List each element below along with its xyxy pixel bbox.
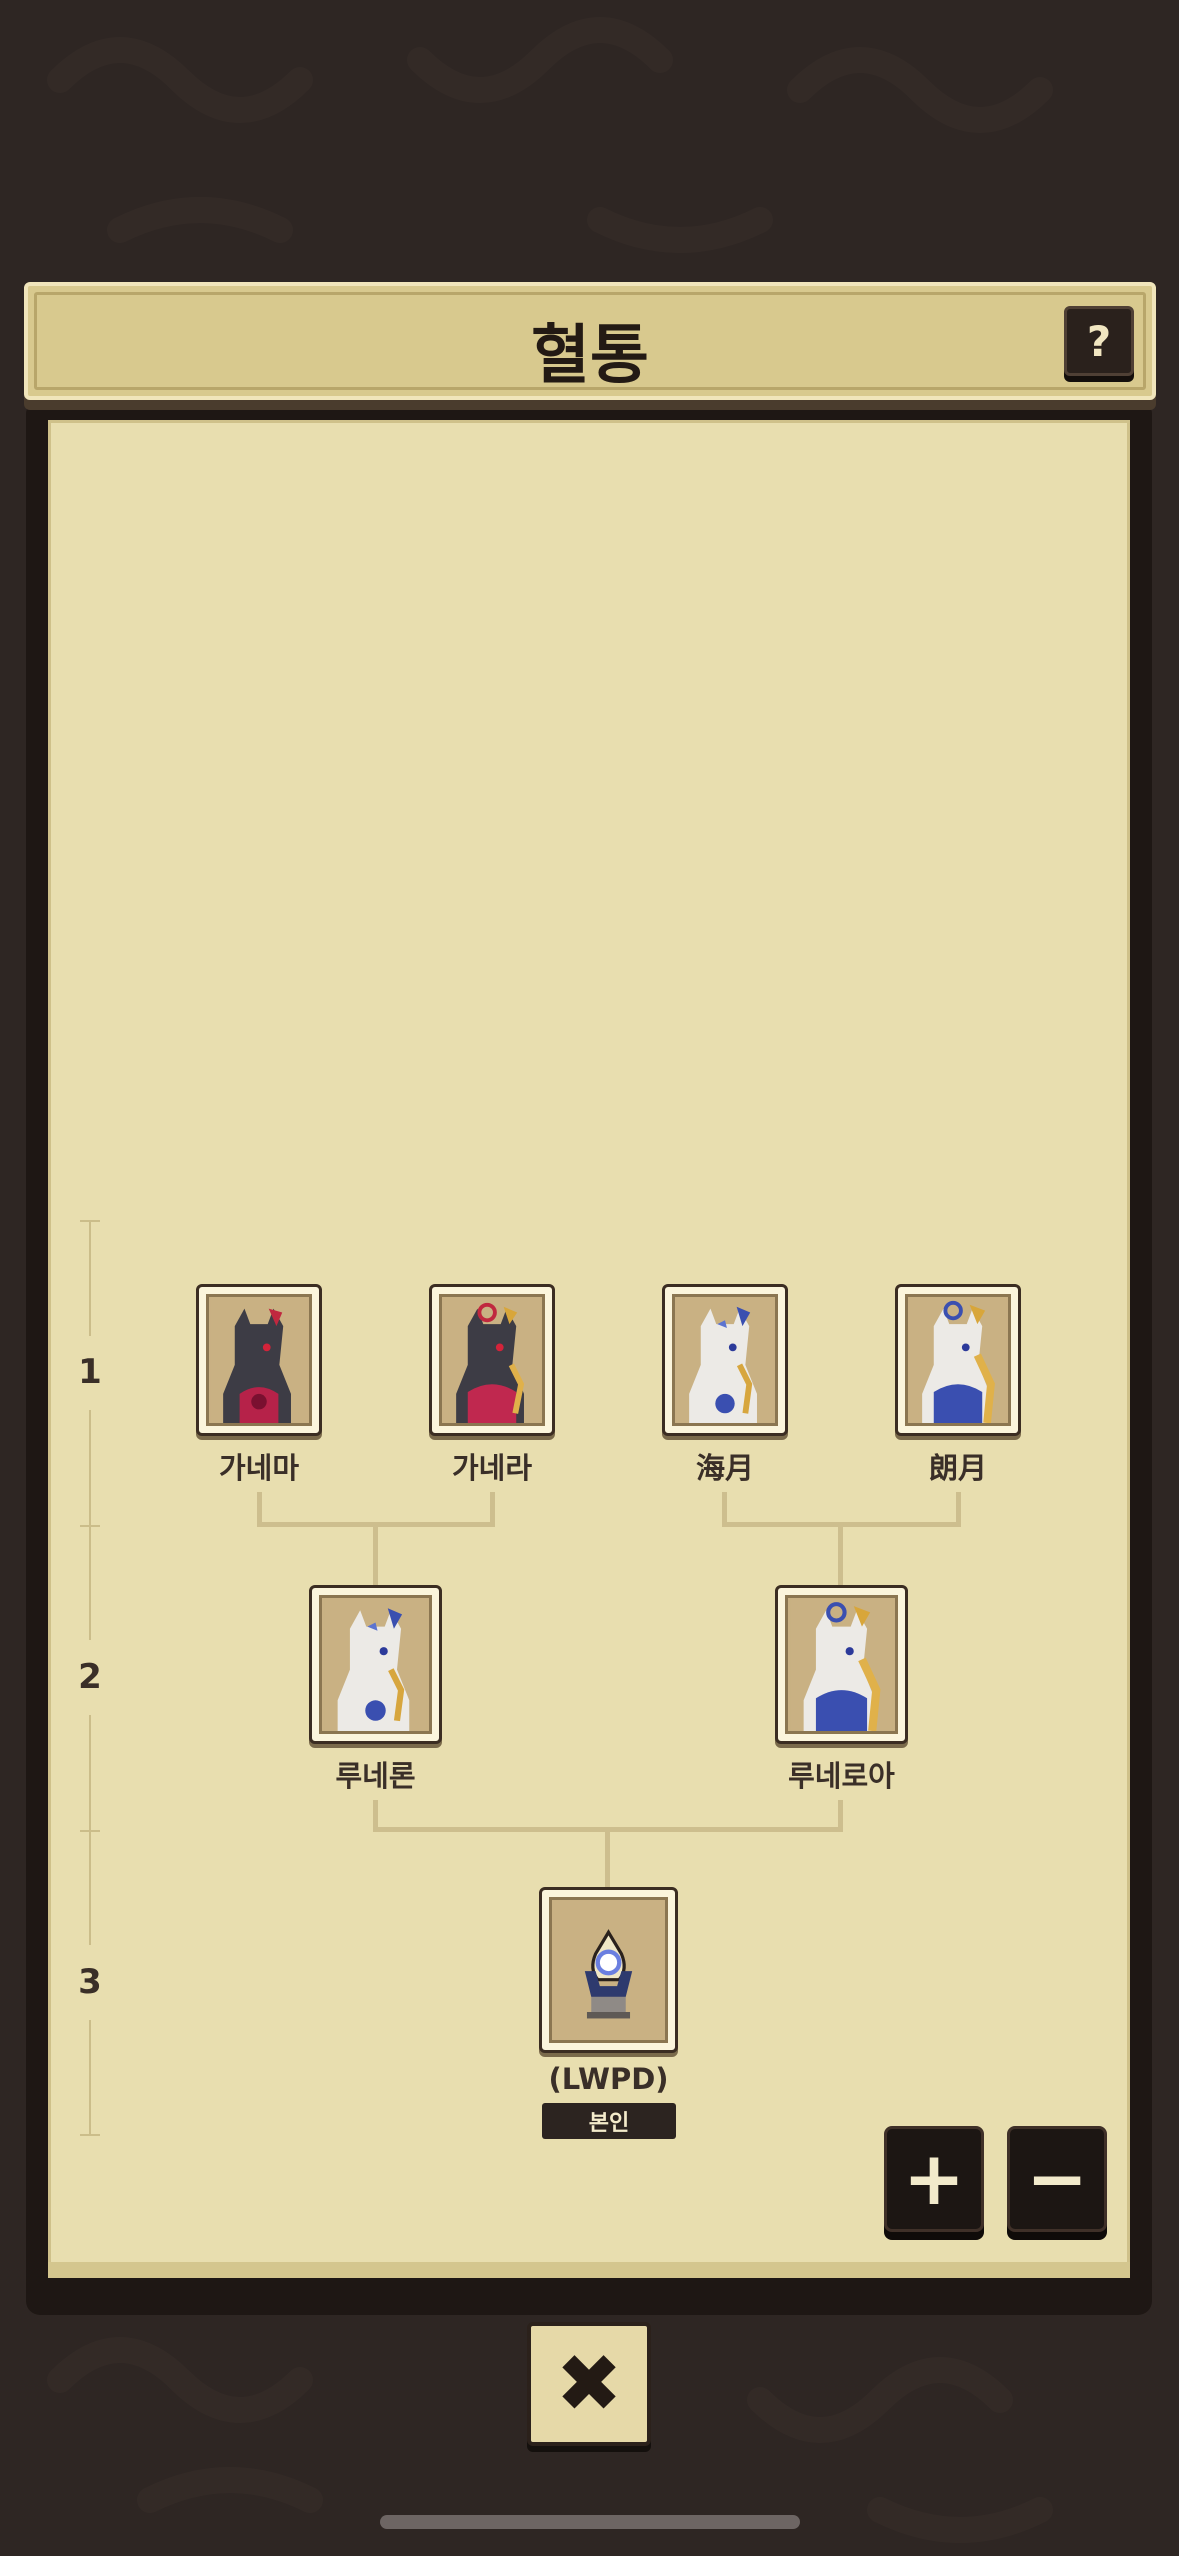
- axis-segment: [89, 1220, 91, 1336]
- self-name: (LWPD): [548, 2062, 669, 2096]
- white-dragon-blue-icon: [672, 1294, 778, 1426]
- ancestor-card-haewol[interactable]: [662, 1284, 788, 1436]
- white-dragon-blue-icon: [319, 1595, 432, 1734]
- close-icon: ✖: [555, 2337, 623, 2430]
- dark-dragon-gold-crown-icon: [439, 1294, 545, 1426]
- generation-label-2: 2: [78, 1657, 102, 1697]
- white-dragon-gold-crown-icon: [785, 1595, 898, 1734]
- connector: [838, 1522, 843, 1588]
- parent-card-runeroa[interactable]: [775, 1585, 908, 1744]
- self-badge: 본인: [542, 2103, 676, 2139]
- dark-dragon-red-horns-icon: [206, 1294, 312, 1426]
- parent-name: 루네론: [335, 1759, 416, 1793]
- minus-icon: −: [1025, 2136, 1088, 2222]
- axis-tick: [80, 1830, 100, 1832]
- paper-bottom-edge: [48, 2262, 1130, 2278]
- axis-segment: [89, 2020, 91, 2136]
- generation-label-3: 3: [78, 1962, 102, 2002]
- connector: [605, 1827, 610, 1889]
- ancestor-card-ganema[interactable]: [196, 1284, 322, 1436]
- zoom-out-button[interactable]: −: [1007, 2126, 1107, 2232]
- ancestor-card-ganera[interactable]: [429, 1284, 555, 1436]
- plus-icon: +: [902, 2136, 965, 2222]
- parent-card-runeron[interactable]: [309, 1585, 442, 1744]
- ancestor-name: 가네라: [451, 1451, 533, 1485]
- close-button[interactable]: ✖: [527, 2322, 651, 2446]
- egg-on-pedestal-icon: [549, 1897, 668, 2043]
- zoom-in-button[interactable]: +: [884, 2126, 984, 2232]
- home-indicator[interactable]: [380, 2515, 800, 2529]
- help-button[interactable]: ?: [1064, 306, 1134, 376]
- page-title: 혈통: [531, 319, 649, 393]
- axis-tick: [80, 2134, 100, 2136]
- ancestor-name: 海月: [695, 1451, 754, 1485]
- parent-name: 루네로아: [788, 1759, 895, 1793]
- ancestor-name: 가네마: [218, 1451, 300, 1485]
- axis-tick: [80, 1220, 100, 1222]
- connector: [373, 1522, 378, 1588]
- self-card[interactable]: [539, 1887, 678, 2053]
- title-banner: 혈통 ?: [24, 282, 1156, 400]
- ancestor-card-nangwol[interactable]: [895, 1284, 1021, 1436]
- white-dragon-gold-crown-icon: [905, 1294, 1011, 1426]
- help-label: ?: [1086, 316, 1112, 366]
- generation-label-1: 1: [78, 1352, 102, 1392]
- axis-tick: [80, 1525, 100, 1527]
- ancestor-name: 朗月: [928, 1451, 987, 1485]
